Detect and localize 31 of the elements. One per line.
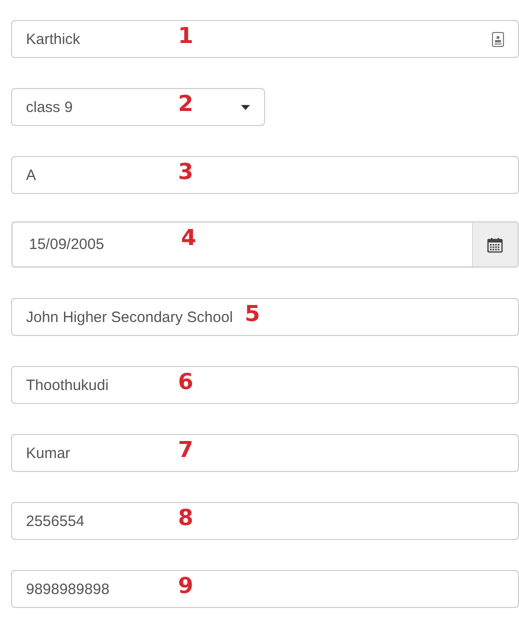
date-field[interactable]: 15/09/2005 4 [11, 221, 519, 268]
field-value: A [26, 166, 38, 184]
annotation-number: 6 [178, 370, 194, 395]
field-value: class 9 [26, 98, 74, 116]
annotation-number: 3 [178, 160, 194, 185]
contact-card-icon [492, 32, 504, 46]
annotation-number: 8 [178, 506, 194, 531]
annotation-number: 7 [178, 438, 194, 463]
text-field[interactable]: Thoothukudi 6 [11, 366, 519, 404]
text-field[interactable]: John Higher Secondary School 5 [11, 298, 519, 336]
field-value: 9898989898 [26, 580, 110, 598]
field-value: 2556554 [26, 512, 86, 530]
annotation-number: 1 [178, 24, 194, 49]
field-value: Thoothukudi [26, 376, 110, 394]
text-field[interactable]: 9898989898 9 [11, 570, 519, 608]
field-value: 15/09/2005 [29, 236, 106, 253]
class-dropdown[interactable]: class 9 2 [11, 88, 265, 126]
text-field[interactable]: Karthick 1 [11, 20, 519, 58]
text-field[interactable]: 2556554 8 [11, 502, 519, 540]
text-field[interactable]: A 3 [11, 156, 519, 194]
field-value: Karthick [26, 30, 82, 48]
field-value: Kumar [26, 444, 72, 462]
calendar-icon [487, 236, 503, 252]
field-value: John Higher Secondary School [26, 308, 233, 326]
annotation-number: 5 [244, 302, 260, 327]
annotation-number: 9 [178, 574, 194, 599]
caret-icon [241, 104, 250, 110]
annotation-number: 4 [181, 226, 196, 251]
annotation-number: 2 [178, 92, 194, 117]
text-field[interactable]: Kumar 7 [11, 434, 519, 472]
calendar-button[interactable] [472, 223, 517, 266]
